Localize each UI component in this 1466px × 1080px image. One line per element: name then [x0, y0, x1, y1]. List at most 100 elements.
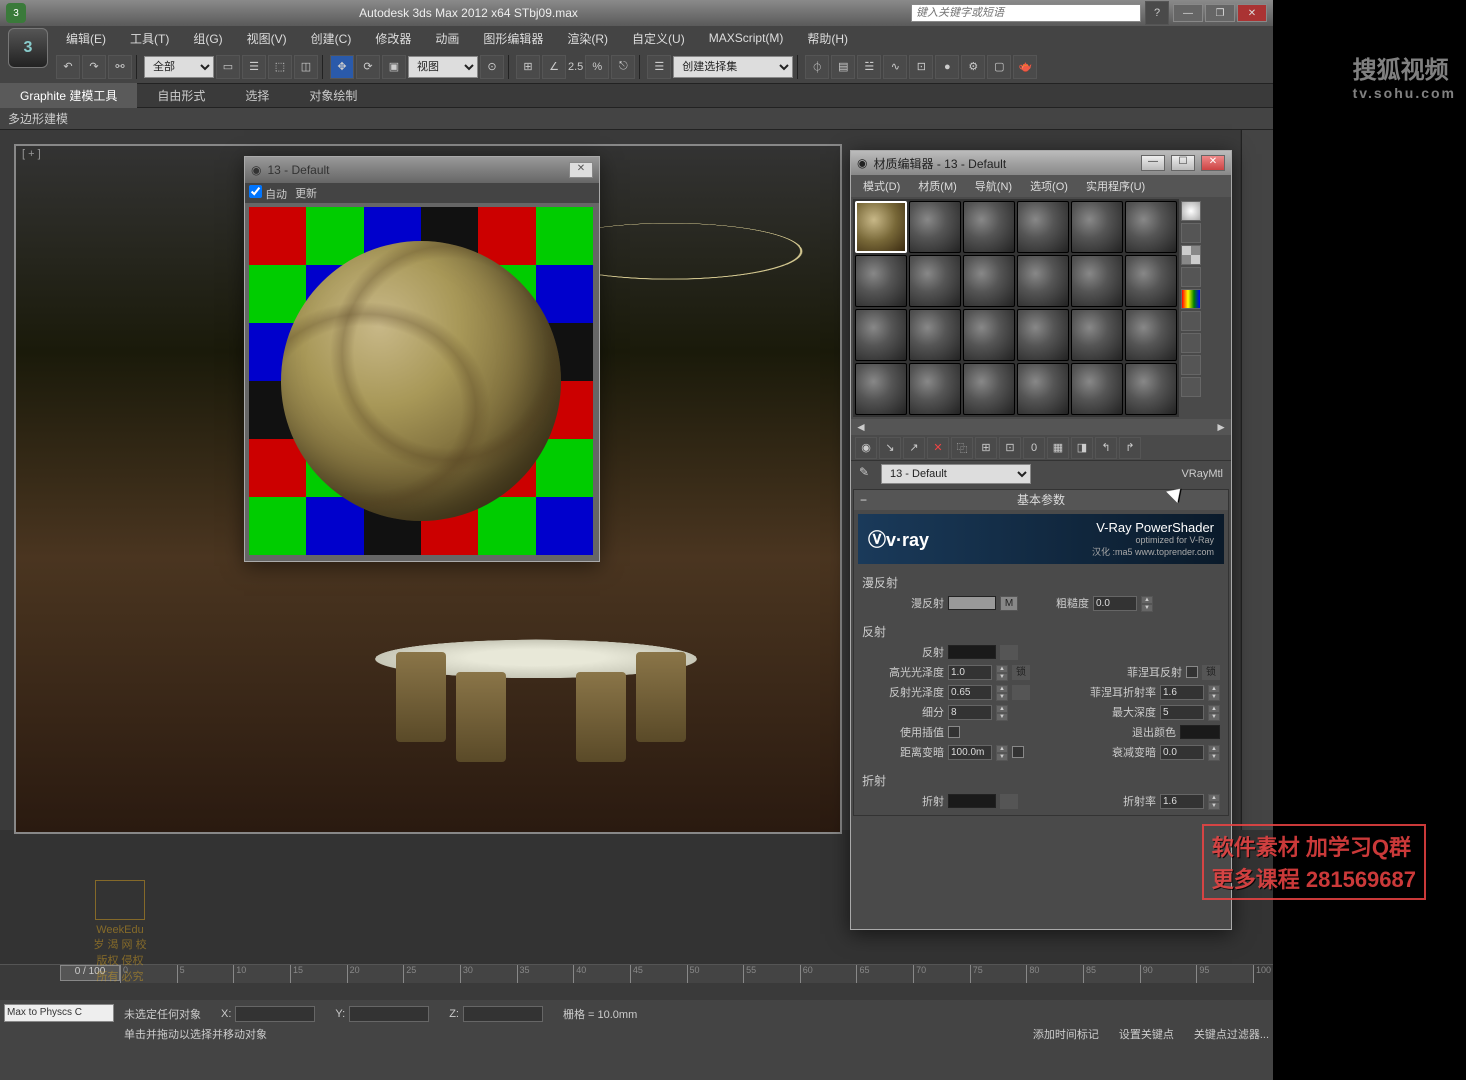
mat-minimize-button[interactable]: —: [1141, 155, 1165, 171]
menu-edit[interactable]: 编辑(E): [56, 28, 116, 49]
subdiv-spinner[interactable]: 8: [948, 705, 992, 720]
get-material-icon[interactable]: ◉: [855, 437, 877, 459]
angle-snap-icon[interactable]: ∠: [542, 55, 566, 79]
preview-icon[interactable]: [1181, 311, 1201, 331]
sample-uv-icon[interactable]: [1181, 267, 1201, 287]
reflgloss-map-button[interactable]: [1012, 685, 1030, 700]
close-button[interactable]: ✕: [1237, 4, 1267, 22]
diffuse-map-button[interactable]: M: [1000, 596, 1018, 611]
spinner-snap-icon[interactable]: ⎋: [611, 55, 635, 79]
ribbon-tab-freeform[interactable]: 自由形式: [137, 83, 225, 108]
render-setup-icon[interactable]: ⚙: [961, 55, 985, 79]
ribbon-tab-graphite[interactable]: Graphite 建模工具: [0, 83, 137, 108]
menu-group[interactable]: 组(G): [183, 28, 232, 49]
select-region-icon[interactable]: ⬚: [268, 55, 292, 79]
sample-slot[interactable]: [963, 309, 1015, 361]
sample-slot[interactable]: [1071, 255, 1123, 307]
maxscript-listener[interactable]: Max to Physcs C: [4, 1004, 114, 1022]
sample-slot[interactable]: [1125, 309, 1177, 361]
roughness-spinner[interactable]: 0.0: [1093, 596, 1137, 611]
move-icon[interactable]: ✥: [330, 55, 354, 79]
sample-slot[interactable]: [855, 255, 907, 307]
pivot-icon[interactable]: ⊙: [480, 55, 504, 79]
scale-icon[interactable]: ▣: [382, 55, 406, 79]
sample-scrollbar[interactable]: ◄►: [851, 419, 1231, 435]
select-by-mat-icon[interactable]: [1181, 355, 1201, 375]
render-frame-icon[interactable]: ▢: [987, 55, 1011, 79]
ribbon-tab-selection[interactable]: 选择: [225, 83, 289, 108]
ref-coord-combo[interactable]: 视图: [408, 56, 478, 78]
matid-icon[interactable]: [1181, 377, 1201, 397]
mat-close-button[interactable]: ✕: [1201, 155, 1225, 171]
reflect-map-button[interactable]: [1000, 645, 1018, 660]
y-coord-input[interactable]: [349, 1006, 429, 1022]
named-sel-icon[interactable]: ☰: [647, 55, 671, 79]
menu-rendering[interactable]: 渲染(R): [557, 28, 618, 49]
time-ruler[interactable]: 0510152025303540455055606570758085909510…: [120, 965, 1253, 983]
make-unique-icon[interactable]: ⊞: [975, 437, 997, 459]
selection-filter-combo[interactable]: 全部: [144, 56, 214, 78]
curve-editor-icon[interactable]: ∿: [883, 55, 907, 79]
material-editor-window[interactable]: ◉ 材质编辑器 - 13 - Default — ☐ ✕ 模式(D) 材质(M)…: [850, 150, 1232, 930]
named-selset-combo[interactable]: 创建选择集: [673, 56, 793, 78]
lock-button[interactable]: 锁: [1012, 665, 1030, 680]
sample-slot[interactable]: [963, 255, 1015, 307]
redo-icon[interactable]: ↷: [82, 55, 106, 79]
update-button[interactable]: 更新: [295, 185, 317, 201]
sample-slot[interactable]: [855, 201, 907, 253]
material-type-button[interactable]: VRayMtl: [1181, 468, 1223, 480]
layers-icon[interactable]: ☱: [857, 55, 881, 79]
menu-animation[interactable]: 动画: [425, 28, 469, 49]
command-panel[interactable]: [1241, 130, 1273, 830]
make-copy-icon[interactable]: ⿻: [951, 437, 973, 459]
preview-titlebar[interactable]: ◉ 13 - Default ✕: [245, 157, 599, 183]
minimize-button[interactable]: —: [1173, 4, 1203, 22]
show-map-icon[interactable]: ▦: [1047, 437, 1069, 459]
restore-button[interactable]: ❐: [1205, 4, 1235, 22]
refract-color-swatch[interactable]: [948, 794, 996, 808]
sample-slot[interactable]: [1071, 363, 1123, 415]
dimdist-spinner[interactable]: 100.0m: [948, 745, 992, 760]
spinner-buttons[interactable]: ▲▼: [1141, 596, 1153, 611]
exitcolor-swatch[interactable]: [1180, 725, 1220, 739]
show-end-icon[interactable]: ◨: [1071, 437, 1093, 459]
interp-checkbox[interactable]: [948, 726, 960, 738]
sample-slot[interactable]: [1071, 309, 1123, 361]
options-icon[interactable]: [1181, 333, 1201, 353]
sample-slot[interactable]: [1017, 363, 1069, 415]
sample-slot[interactable]: [1071, 201, 1123, 253]
menu-modifiers[interactable]: 修改器: [365, 28, 421, 49]
material-preview-window[interactable]: ◉ 13 - Default ✕ 自动 更新: [244, 156, 600, 562]
sample-slot[interactable]: [1017, 255, 1069, 307]
z-coord-input[interactable]: [463, 1006, 543, 1022]
sample-slot[interactable]: [909, 309, 961, 361]
background-icon[interactable]: [1181, 245, 1201, 265]
help-search-input[interactable]: [911, 4, 1141, 22]
auto-checkbox[interactable]: 自动: [249, 185, 287, 202]
diffuse-color-swatch[interactable]: [948, 596, 996, 610]
fresnel-checkbox[interactable]: [1186, 666, 1198, 678]
put-to-scene-icon[interactable]: ↘: [879, 437, 901, 459]
reset-icon[interactable]: ✕: [927, 437, 949, 459]
sample-slot[interactable]: [1017, 201, 1069, 253]
refract-map-button[interactable]: [1000, 794, 1018, 809]
fresnel-lock-button[interactable]: 锁: [1202, 665, 1220, 680]
x-coord-input[interactable]: [235, 1006, 315, 1022]
sample-slot[interactable]: [909, 363, 961, 415]
mat-titlebar[interactable]: ◉ 材质编辑器 - 13 - Default — ☐ ✕: [851, 151, 1231, 175]
sample-slot[interactable]: [909, 201, 961, 253]
hilight-spinner[interactable]: 1.0: [948, 665, 992, 680]
put-library-icon[interactable]: ⊡: [999, 437, 1021, 459]
dimfall-spinner[interactable]: 0.0: [1160, 745, 1204, 760]
sample-slot[interactable]: [909, 255, 961, 307]
sample-slot[interactable]: [855, 363, 907, 415]
maxdepth-spinner[interactable]: 5: [1160, 705, 1204, 720]
mat-menu-utilities[interactable]: 实用程序(U): [1078, 176, 1153, 196]
select-name-icon[interactable]: ☰: [242, 55, 266, 79]
material-name-combo[interactable]: 13 - Default: [881, 464, 1031, 484]
dimdist-checkbox[interactable]: [1012, 746, 1024, 758]
assign-icon[interactable]: ↗: [903, 437, 925, 459]
viewport-label[interactable]: [ + ]: [22, 148, 41, 160]
menu-help[interactable]: 帮助(H): [797, 28, 858, 49]
mat-menu-material[interactable]: 材质(M): [910, 176, 965, 196]
